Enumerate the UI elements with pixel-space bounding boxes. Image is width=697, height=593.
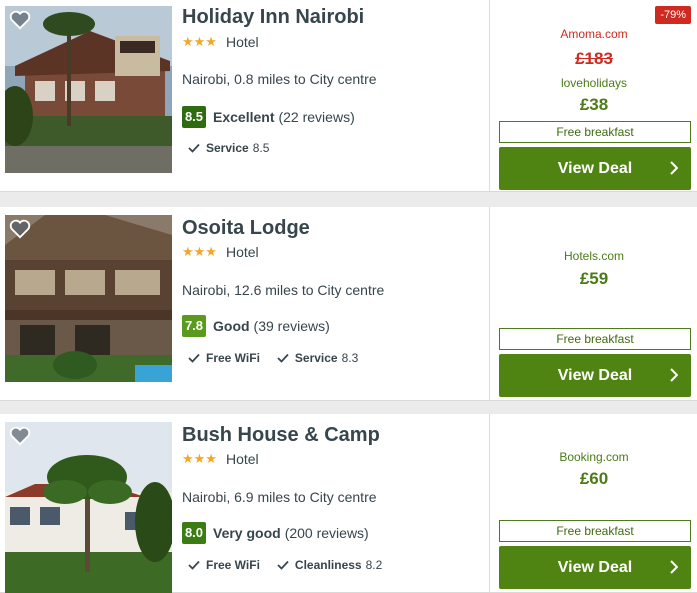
- hotel-card: Osoita Lodge ★★★ Hotel Nairobi, 12.6 mil…: [0, 207, 697, 401]
- hotel-name[interactable]: Osoita Lodge: [182, 217, 310, 240]
- feature-value: 8.2: [365, 558, 383, 572]
- check-icon: [188, 560, 200, 570]
- star-rating: ★★★: [182, 451, 217, 466]
- chevron-right-icon: [670, 161, 678, 175]
- chevron-right-icon: [670, 368, 678, 382]
- deal-price[interactable]: £60: [490, 469, 697, 489]
- deal-panel: Hotels.com £59 Free breakfast View Deal: [489, 207, 697, 400]
- star-rating: ★★★: [182, 34, 217, 49]
- stars-row: ★★★ Hotel: [182, 34, 259, 50]
- hotel-location[interactable]: Nairobi, 12.6 miles to City centre: [182, 282, 384, 298]
- old-price: £183: [575, 49, 613, 68]
- rating-label: Excellent: [213, 109, 275, 125]
- hotel-card: Bush House & Camp ★★★ Hotel Nairobi, 6.9…: [0, 414, 697, 593]
- deal-provider[interactable]: Booking.com: [490, 450, 697, 464]
- deal-provider[interactable]: Hotels.com: [490, 249, 697, 263]
- rating-row[interactable]: 8.5 Excellent (22 reviews): [182, 106, 355, 128]
- review-count: (200 reviews): [284, 525, 369, 541]
- feature-item: Service 8.5: [188, 141, 269, 155]
- check-icon: [188, 353, 200, 363]
- hotel-results-list: Holiday Inn Nairobi ★★★ Hotel Nairobi, 0…: [0, 0, 697, 593]
- feature-value: 8.3: [341, 351, 359, 365]
- accommodation-type: Hotel: [225, 34, 259, 50]
- old-price-provider[interactable]: Amoma.com: [490, 27, 697, 41]
- deal-panel: Booking.com £60 Free breakfast View Deal: [489, 414, 697, 592]
- check-icon: [277, 353, 289, 363]
- accommodation-type: Hotel: [225, 451, 259, 467]
- heart-icon[interactable]: [9, 10, 31, 30]
- feature-name: Cleanliness: [294, 558, 362, 572]
- hotel-location[interactable]: Nairobi, 0.8 miles to City centre: [182, 71, 377, 87]
- review-count: (22 reviews): [278, 109, 355, 125]
- feature-item: Free WiFi: [188, 558, 260, 572]
- deal-provider[interactable]: loveholidays: [490, 76, 697, 90]
- view-deal-label: View Deal: [557, 366, 633, 384]
- view-deal-label: View Deal: [557, 558, 633, 576]
- rating-score-badge: 7.8: [182, 315, 206, 337]
- feature-item: Cleanliness 8.2: [277, 558, 382, 572]
- feature-item: Free WiFi: [188, 351, 260, 365]
- rating-label: Good: [213, 318, 250, 334]
- feature-list: Free WiFi Cleanliness 8.2: [188, 558, 399, 572]
- accommodation-type: Hotel: [225, 244, 259, 260]
- feature-name: Service: [206, 141, 249, 155]
- hotel-photo[interactable]: [5, 6, 172, 173]
- rating-row[interactable]: 8.0 Very good (200 reviews): [182, 522, 369, 544]
- hotel-photo[interactable]: [5, 215, 172, 382]
- check-icon: [277, 560, 289, 570]
- hotel-card: Holiday Inn Nairobi ★★★ Hotel Nairobi, 0…: [0, 0, 697, 192]
- deal-price[interactable]: £38: [490, 95, 697, 115]
- feature-list: Free WiFi Service 8.3: [188, 351, 375, 365]
- hotel-location[interactable]: Nairobi, 6.9 miles to City centre: [182, 489, 377, 505]
- rating-row[interactable]: 7.8 Good (39 reviews): [182, 315, 330, 337]
- rating-score-badge: 8.5: [182, 106, 206, 128]
- view-deal-button[interactable]: View Deal: [499, 354, 691, 397]
- review-count: (39 reviews): [253, 318, 330, 334]
- discount-badge: -79%: [655, 6, 691, 24]
- deal-price[interactable]: £59: [490, 269, 697, 289]
- heart-icon[interactable]: [9, 426, 31, 446]
- stars-row: ★★★ Hotel: [182, 451, 259, 467]
- heart-icon[interactable]: [9, 219, 31, 239]
- view-deal-button[interactable]: View Deal: [499, 147, 691, 190]
- free-breakfast-badge: Free breakfast: [499, 121, 691, 143]
- hotel-photo[interactable]: [5, 422, 172, 593]
- feature-item: Service 8.3: [277, 351, 358, 365]
- hotel-name[interactable]: Bush House & Camp: [182, 424, 380, 447]
- rating-label: Very good: [213, 525, 281, 541]
- view-deal-label: View Deal: [557, 159, 633, 177]
- feature-name: Service: [294, 351, 338, 365]
- deal-panel: -79% Amoma.com £183 loveholidays £38 Fre…: [489, 0, 697, 191]
- free-breakfast-badge: Free breakfast: [499, 328, 691, 350]
- stars-row: ★★★ Hotel: [182, 244, 259, 260]
- check-icon: [188, 143, 200, 153]
- chevron-right-icon: [670, 560, 678, 574]
- feature-list: Service 8.5: [188, 141, 286, 155]
- star-rating: ★★★: [182, 244, 217, 259]
- free-breakfast-badge: Free breakfast: [499, 520, 691, 542]
- feature-name: Free WiFi: [206, 558, 260, 572]
- rating-score-badge: 8.0: [182, 522, 206, 544]
- feature-name: Free WiFi: [206, 351, 260, 365]
- hotel-name[interactable]: Holiday Inn Nairobi: [182, 6, 364, 29]
- view-deal-button[interactable]: View Deal: [499, 546, 691, 589]
- feature-value: 8.5: [252, 141, 270, 155]
